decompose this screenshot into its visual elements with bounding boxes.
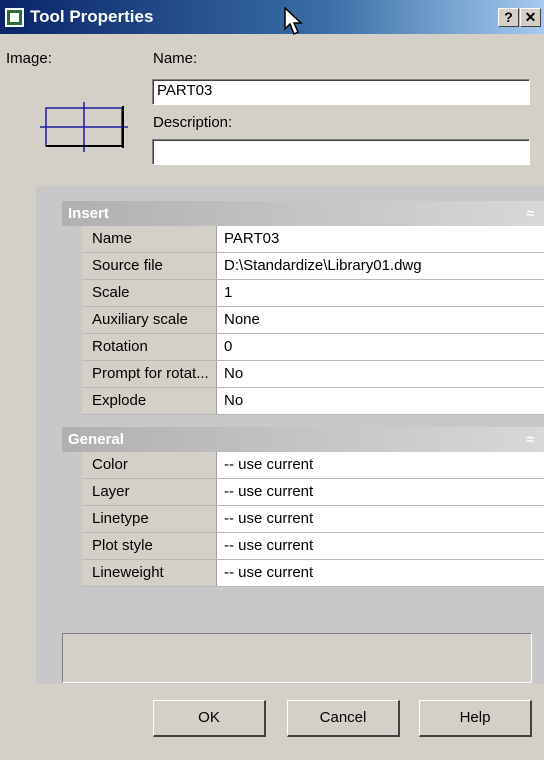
property-row[interactable]: Rotation 0 [82,334,544,361]
name-field[interactable]: PART03 [152,79,530,105]
property-row[interactable]: Lineweight -- use current [82,560,544,587]
help-title-button[interactable]: ? [498,8,519,27]
mouse-cursor-icon [284,7,303,36]
property-value[interactable]: PART03 [218,226,544,252]
property-key: Prompt for rotat... [82,361,217,387]
property-key: Color [82,452,217,478]
window-title: Tool Properties [30,7,154,26]
property-value[interactable]: -- use current [218,533,544,559]
property-key: Plot style [82,533,217,559]
collapse-chevron-icon[interactable]: ≈ [526,201,534,226]
general-section: General ≈ Color -- use current Layer -- us… [62,427,544,588]
property-key: Linetype [82,506,217,532]
close-button[interactable]: ✕ [520,8,541,27]
property-key: Auxiliary scale [82,307,217,333]
insert-rows: Name PART03 Source file D:\Standardize\Lib… [82,226,544,415]
description-info-box [62,633,532,683]
property-row[interactable]: Color -- use current [82,452,544,479]
property-key: Rotation [82,334,217,360]
ok-button[interactable]: OK [153,700,266,737]
property-value[interactable]: -- use current [218,506,544,532]
property-key: Name [82,226,217,252]
help-button[interactable]: Help [419,700,532,737]
general-gutter [62,452,82,587]
property-key: Lineweight [82,560,217,586]
tool-properties-app-icon [4,7,25,28]
general-section-title: General [68,431,124,448]
property-row[interactable]: Layer -- use current [82,479,544,506]
image-label: Image: [6,50,52,67]
description-label: Description: [153,114,233,131]
block-preview-image [40,102,128,152]
property-value[interactable]: -- use current [218,560,544,586]
property-value[interactable]: 1 [218,280,544,306]
property-value[interactable]: No [218,388,544,414]
description-field[interactable] [152,139,530,165]
property-value[interactable]: D:\Standardize\Library01.dwg [218,253,544,279]
insert-section: Insert ≈ Name PART03 Source file D:\Standa… [62,201,544,416]
collapse-chevron-icon[interactable]: ≈ [526,427,534,452]
property-key: Layer [82,479,217,505]
general-section-header[interactable]: General ≈ [62,427,544,452]
property-row[interactable]: Plot style -- use current [82,533,544,560]
property-value[interactable]: No [218,361,544,387]
property-row[interactable]: Explode No [82,388,544,415]
properties-panel: Insert ≈ Name PART03 Source file D:\Standa… [36,186,544,684]
property-key: Source file [82,253,217,279]
cancel-button[interactable]: Cancel [287,700,400,737]
property-row[interactable]: Scale 1 [82,280,544,307]
property-value[interactable]: 0 [218,334,544,360]
property-value[interactable]: -- use current [218,479,544,505]
property-value[interactable]: None [218,307,544,333]
property-row[interactable]: Prompt for rotat... No [82,361,544,388]
property-value[interactable]: -- use current [218,452,544,478]
insert-section-title: Insert [68,205,109,222]
general-rows: Color -- use current Layer -- use current … [82,452,544,587]
property-key: Scale [82,280,217,306]
property-row[interactable]: Source file D:\Standardize\Library01.dwg [82,253,544,280]
insert-section-header[interactable]: Insert ≈ [62,201,544,226]
property-row[interactable]: Name PART03 [82,226,544,253]
property-key: Explode [82,388,217,414]
title-bar[interactable]: Tool Properties ? ✕ [0,0,544,34]
insert-gutter [62,226,82,415]
name-label: Name: [153,50,198,67]
property-row[interactable]: Auxiliary scale None [82,307,544,334]
property-row[interactable]: Linetype -- use current [82,506,544,533]
